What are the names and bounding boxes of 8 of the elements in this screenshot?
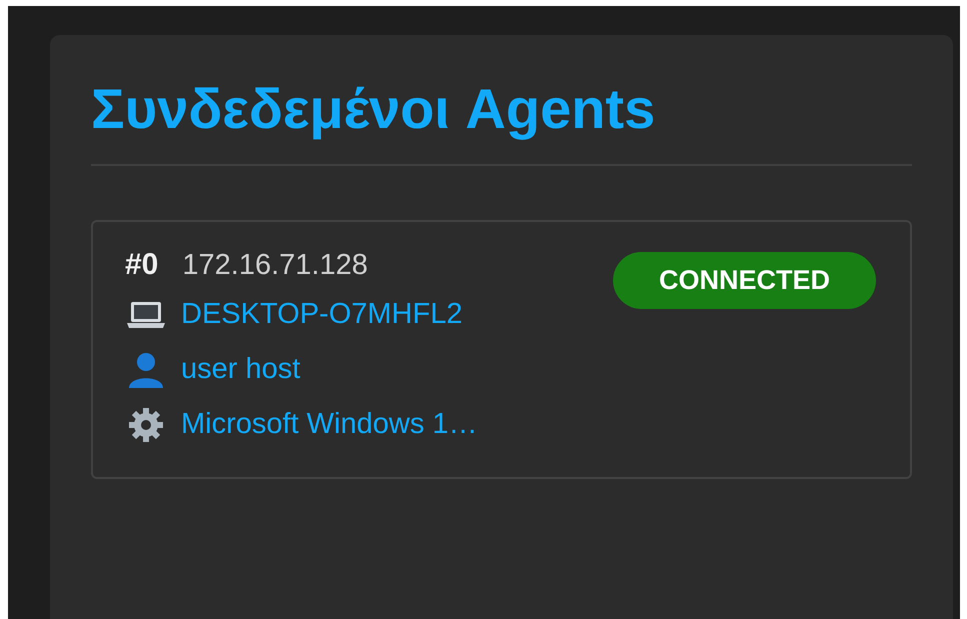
panel-title: Συνδεδεμένοι Agents — [91, 71, 912, 166]
laptop-icon — [125, 300, 167, 330]
agent-detail: Microsoft Windows 1… — [181, 408, 478, 441]
ip-address: 172.16.71.128 — [182, 249, 368, 282]
status-badge: CONNECTED — [612, 252, 876, 309]
agent-detail: DESKTOP-O7MHFL2 — [181, 298, 462, 331]
agent-detail: user host — [181, 353, 300, 386]
agent-index: #0 — [125, 248, 158, 282]
